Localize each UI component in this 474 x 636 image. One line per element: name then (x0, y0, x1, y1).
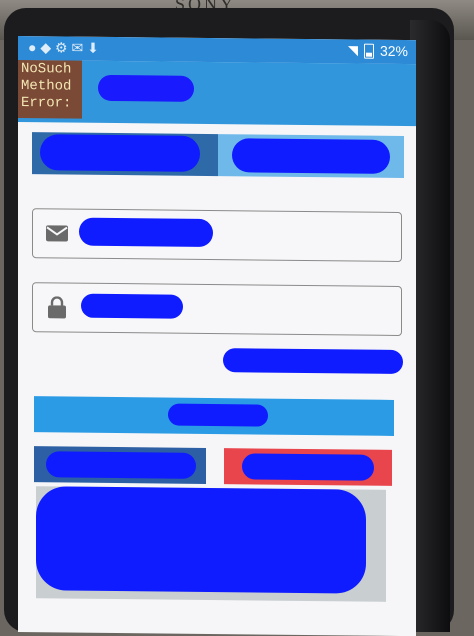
secondary-button[interactable] (34, 446, 206, 484)
tab-bar (32, 132, 404, 179)
battery-icon (363, 43, 374, 59)
banner-image (36, 486, 386, 602)
secondary-button-row (34, 446, 392, 486)
redacted-tab-label (232, 138, 390, 174)
status-right: ◥ 32% (348, 42, 408, 59)
tab-second[interactable] (218, 134, 404, 179)
redacted-title (98, 74, 194, 102)
redacted-banner-content (36, 486, 366, 594)
redacted-password-value (81, 293, 183, 319)
battery-percent: 32% (379, 42, 408, 60)
redacted-email-value (79, 217, 213, 248)
redacted-button-label (242, 453, 374, 481)
mail-icon (46, 225, 68, 242)
tab-first[interactable] (32, 132, 218, 177)
danger-button[interactable] (224, 448, 392, 486)
redacted-button-label (46, 451, 196, 479)
error-label: NoSuch Method Error: (18, 60, 82, 119)
redacted-tab-label (40, 134, 200, 172)
password-field[interactable] (32, 282, 402, 337)
lock-icon (48, 296, 66, 319)
login-button[interactable] (34, 396, 394, 436)
phone-screen: ● ◆ ⚙ ✉ ⬇ ◥ 32% NoSuch Method Error: (18, 36, 416, 636)
redacted-link-text (223, 348, 403, 375)
phone-edge (410, 20, 450, 632)
wifi-icon: ◥ (347, 42, 358, 58)
email-field[interactable] (32, 208, 402, 263)
app-bar: NoSuch Method Error: (18, 60, 416, 127)
forgot-password-link[interactable] (223, 348, 403, 375)
redacted-button-label (168, 403, 268, 427)
status-notifications: ● ◆ ⚙ ✉ ⬇ (28, 39, 99, 56)
